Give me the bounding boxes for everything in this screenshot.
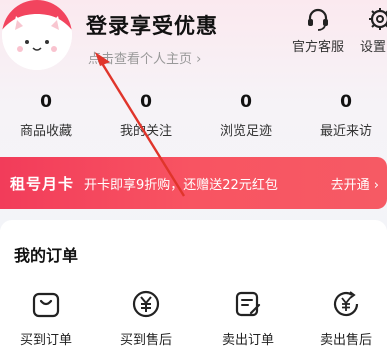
settings-label: 设置 bbox=[360, 40, 387, 55]
stat-label: 浏览足迹 bbox=[219, 124, 272, 139]
stat-label: 最近来访 bbox=[319, 124, 372, 139]
order-item-label: 卖出售后 bbox=[319, 333, 372, 348]
bag-icon bbox=[32, 292, 60, 318]
cat-avatar-icon bbox=[2, 0, 72, 70]
stat-following[interactable]: 0 我的关注 bbox=[101, 92, 191, 139]
order-item-label: 买到订单 bbox=[19, 333, 72, 348]
service-label: 官方客服 bbox=[291, 40, 344, 55]
stat-favorites[interactable]: 0 商品收藏 bbox=[1, 92, 91, 139]
order-item-sold[interactable]: 卖出订单 bbox=[208, 288, 288, 348]
yen-refund-icon bbox=[333, 291, 359, 317]
chevron-right-icon: › bbox=[196, 52, 202, 67]
service-button[interactable]: 官方客服 bbox=[286, 6, 350, 55]
order-item-label: 买到售后 bbox=[119, 333, 172, 348]
order-item-bought-aftersale[interactable]: 买到售后 bbox=[106, 288, 186, 348]
avatar[interactable] bbox=[2, 0, 72, 70]
order-item-bought[interactable]: 买到订单 bbox=[6, 288, 86, 348]
banner-cta-button[interactable]: 去开通 › bbox=[331, 174, 379, 193]
stat-history[interactable]: 0 浏览足迹 bbox=[201, 92, 291, 139]
stat-value: 0 bbox=[40, 92, 52, 112]
stat-visitors[interactable]: 0 最近来访 bbox=[301, 92, 387, 139]
yen-circle-icon bbox=[132, 290, 160, 318]
orders-card: 我的订单 买到订单 买到售后 卖出订单 卖出售后 bbox=[0, 220, 387, 364]
stat-value: 0 bbox=[340, 92, 352, 112]
profile-link[interactable]: 点击查看个人主页 › bbox=[88, 48, 201, 67]
stats-row: 0 商品收藏 0 我的关注 0 浏览足迹 0 最近来访 bbox=[0, 92, 387, 148]
stat-label: 商品收藏 bbox=[19, 124, 72, 139]
order-item-label: 卖出订单 bbox=[221, 333, 274, 348]
banner-description: 开卡即享9折购，还赠送22元红包 bbox=[84, 178, 278, 193]
gear-icon bbox=[369, 8, 387, 30]
banner-title: 租号月卡 bbox=[10, 175, 75, 193]
chevron-right-icon: › bbox=[373, 178, 379, 193]
login-title[interactable]: 登录享受优惠 bbox=[86, 10, 218, 40]
profile-link-label: 点击查看个人主页 bbox=[88, 52, 193, 67]
order-edit-icon bbox=[235, 291, 261, 317]
orders-title: 我的订单 bbox=[14, 246, 79, 265]
stat-value: 0 bbox=[240, 92, 252, 112]
stat-value: 0 bbox=[140, 92, 152, 112]
headset-icon bbox=[308, 8, 328, 31]
settings-button[interactable]: 设置 bbox=[360, 6, 387, 55]
stat-label: 我的关注 bbox=[119, 124, 172, 139]
monthly-card-banner[interactable]: 租号月卡 开卡即享9折购，还赠送22元红包 去开通 › bbox=[0, 157, 387, 209]
order-item-sold-aftersale[interactable]: 卖出售后 bbox=[306, 288, 386, 348]
banner-cta-label: 去开通 bbox=[330, 178, 370, 193]
